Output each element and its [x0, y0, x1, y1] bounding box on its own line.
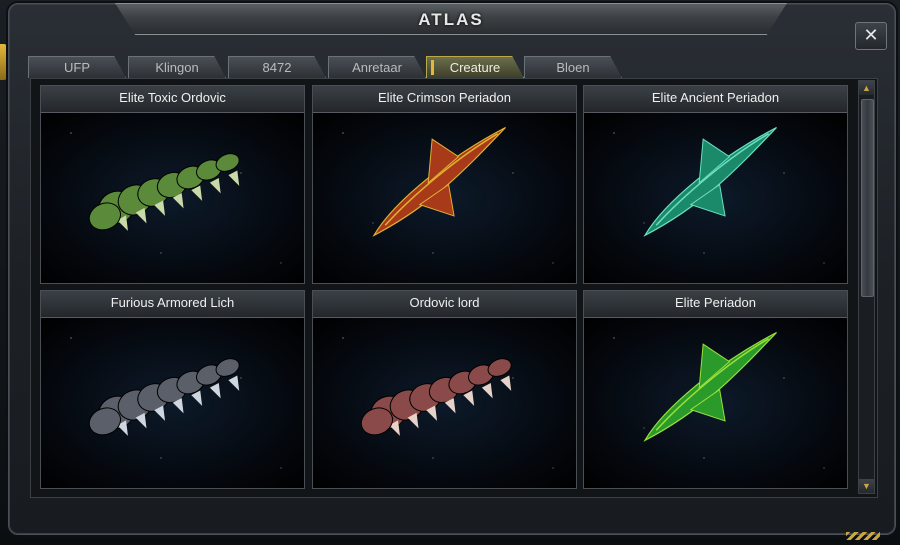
creature-card[interactable]: Elite Crimson Periadon [312, 85, 577, 284]
tab-anretaar[interactable]: Anretaar [328, 56, 426, 78]
tab-label: Creature [449, 60, 501, 75]
close-button[interactable]: ✕ [855, 22, 887, 50]
creature-card[interactable]: Elite Toxic Ordovic [40, 85, 305, 284]
arrow-down-icon[interactable]: ▼ [859, 479, 874, 493]
scrollbar-thumb[interactable] [861, 99, 874, 297]
tab-bloen[interactable]: Bloen [524, 56, 622, 78]
tab-ufp[interactable]: UFP [28, 56, 126, 78]
ship-creature-icon [643, 126, 777, 237]
tab-klingon[interactable]: Klingon [128, 56, 226, 78]
creature-image [584, 318, 847, 488]
creature-image [41, 113, 304, 283]
worm-creature-icon [88, 153, 240, 231]
tab-creature[interactable]: Creature [426, 56, 524, 78]
tab-label: Bloen [556, 60, 590, 75]
creature-name: Elite Ancient Periadon [584, 86, 847, 113]
worm-creature-icon [360, 358, 512, 436]
vertical-scrollbar[interactable]: ▲ ▼ [858, 80, 875, 494]
creature-card[interactable]: Elite Ancient Periadon [583, 85, 848, 284]
creature-name: Furious Armored Lich [41, 291, 304, 318]
title-bar: ATLAS [115, 3, 787, 35]
corner-decoration [846, 532, 880, 540]
creature-image [313, 318, 576, 488]
tab-8472[interactable]: 8472 [228, 56, 326, 78]
creature-card[interactable]: Ordovic lord [312, 290, 577, 489]
tab-label: UFP [64, 60, 90, 75]
creature-name: Elite Toxic Ordovic [41, 86, 304, 113]
creature-name: Ordovic lord [313, 291, 576, 318]
creature-grid: Elite Toxic Ordovic Elite Crimson Periad… [30, 78, 878, 498]
ship-creature-icon [372, 126, 506, 237]
creature-image [584, 113, 847, 283]
creature-name: Elite Crimson Periadon [313, 86, 576, 113]
creature-card[interactable]: Elite Periadon [583, 290, 848, 489]
creature-image [313, 113, 576, 283]
worm-creature-icon [88, 358, 240, 436]
creature-card[interactable]: Furious Armored Lich [40, 290, 305, 489]
tab-label: Klingon [155, 60, 199, 75]
tab-label: Anretaar [352, 60, 402, 75]
window-title: ATLAS [418, 10, 484, 29]
close-icon: ✕ [863, 25, 879, 45]
ship-creature-icon [643, 331, 777, 442]
creature-name: Elite Periadon [584, 291, 847, 318]
arrow-up-icon[interactable]: ▲ [859, 81, 874, 95]
creature-image [41, 318, 304, 488]
tab-label: 8472 [262, 60, 292, 75]
side-decoration [0, 44, 7, 80]
